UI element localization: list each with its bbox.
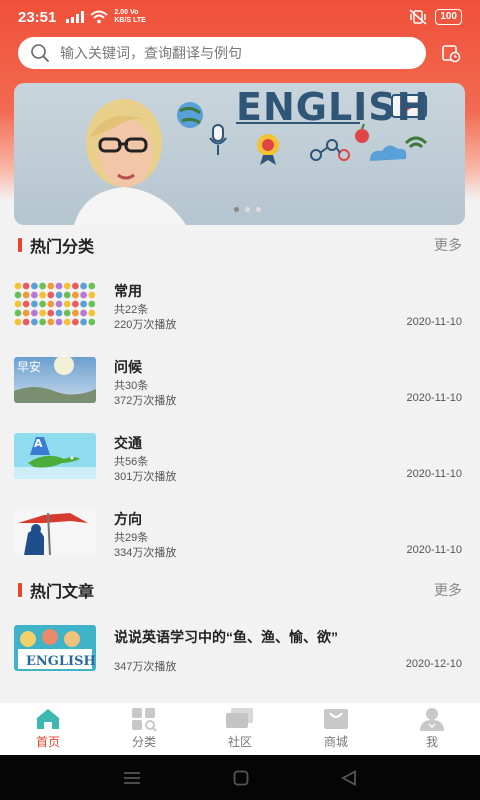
item-title: 交通 [114, 435, 142, 451]
more-link[interactable]: 更多 [434, 580, 462, 600]
item-count: 共22条 [114, 304, 149, 316]
nav-label: 首页 [35, 735, 60, 749]
search-input[interactable] [60, 45, 400, 61]
item-date: 2020-11-10 [406, 544, 462, 556]
bottom-nav: 首页 分类 社区 商城 我 [0, 703, 480, 755]
item-plays: 372万次播放 [114, 395, 177, 407]
item-thumbnail: A [14, 433, 96, 479]
section-accent-bar [18, 583, 22, 597]
system-nav-bar [0, 755, 480, 800]
status-time: 23:51 [18, 8, 57, 26]
battery-icon: 100 [435, 9, 462, 25]
nav-label: 商城 [323, 735, 348, 749]
carousel-indicator [234, 207, 261, 212]
nav-label: 我 [425, 735, 438, 749]
net-speed: 2.00 Vo KB/S LTE [114, 9, 146, 24]
banner-carousel[interactable]: ENGLISH [14, 83, 465, 225]
search-box[interactable] [18, 37, 426, 69]
item-thumbnail [14, 509, 96, 555]
article-thumbnail: ENGLISH [14, 625, 96, 671]
nav-home[interactable]: 首页 [0, 703, 96, 755]
nav-label: 分类 [131, 735, 156, 749]
search-icon [31, 44, 49, 62]
item-plays: 334万次播放 [114, 547, 177, 559]
item-date: 2020-11-10 [406, 392, 462, 404]
item-plays: 220万次播放 [114, 319, 177, 331]
hot-categories-header: 热门分类 更多 [18, 233, 462, 257]
section-title: 热门分类 [30, 239, 95, 256]
carousel-dot[interactable] [245, 207, 250, 212]
nav-label: 社区 [227, 735, 252, 749]
item-date: 2020-11-10 [406, 468, 462, 480]
search-bar [18, 36, 468, 70]
carousel-dot[interactable] [256, 207, 261, 212]
item-title: 问候 [114, 359, 142, 375]
home-icon [37, 709, 59, 729]
item-date: 2020-11-10 [406, 316, 462, 328]
svg-text:早安: 早安 [17, 359, 41, 374]
item-count: 共30条 [114, 380, 149, 392]
mall-icon [324, 709, 348, 729]
article-plays: 347万次播放 [114, 661, 177, 673]
list-item[interactable]: A 交通 共56条 301万次播放 2020-11-10 [14, 433, 462, 489]
item-plays: 301万次播放 [114, 471, 177, 483]
list-item[interactable]: 常用 共22条 220万次播放 2020-11-10 [14, 281, 462, 337]
item-thumbnail: 早安 [14, 357, 96, 403]
article-title: 说说英语学习中的“鱼、渔、愉、欲” [114, 629, 338, 645]
history-icon [442, 45, 461, 63]
wifi-icon [90, 10, 109, 24]
item-count: 共29条 [114, 532, 149, 544]
section-title: 热门文章 [30, 584, 95, 601]
article-date: 2020-12-10 [405, 658, 462, 670]
list-item[interactable]: 早安 问候 共30条 372万次播放 2020-11-10 [14, 357, 462, 413]
list-item[interactable]: 方向 共29条 334万次播放 2020-11-10 [14, 509, 462, 565]
status-bar: 23:51 2.00 Vo KB/S LTE 100 [0, 0, 480, 34]
community-icon [226, 708, 253, 728]
carousel-dot[interactable] [234, 207, 239, 212]
vibrate-icon [409, 9, 427, 25]
nav-community[interactable]: 社区 [192, 703, 288, 755]
menu-icon[interactable] [123, 771, 141, 785]
more-link[interactable]: 更多 [434, 235, 462, 255]
item-thumbnail [14, 281, 96, 327]
hot-articles-header: 热门文章 更多 [18, 578, 462, 602]
article-item[interactable]: ENGLISH 说说英语学习中的“鱼、渔、愉、欲” 347万次播放 2020-1… [14, 625, 462, 681]
svg-text:A: A [34, 437, 43, 450]
profile-icon [420, 708, 444, 731]
svg-text:ENGLISH: ENGLISH [26, 654, 96, 669]
category-icon [132, 708, 157, 731]
nav-profile[interactable]: 我 [384, 703, 480, 755]
item-count: 共56条 [114, 456, 149, 468]
item-title: 常用 [114, 283, 142, 299]
section-accent-bar [18, 238, 22, 252]
signal-icon [66, 11, 85, 23]
nav-category[interactable]: 分类 [96, 703, 192, 755]
item-title: 方向 [114, 511, 142, 527]
history-button[interactable] [440, 42, 462, 64]
banner-title: ENGLISH [236, 85, 430, 129]
back-icon[interactable] [341, 769, 357, 786]
home-square-icon[interactable] [233, 770, 249, 786]
nav-mall[interactable]: 商城 [288, 703, 384, 755]
